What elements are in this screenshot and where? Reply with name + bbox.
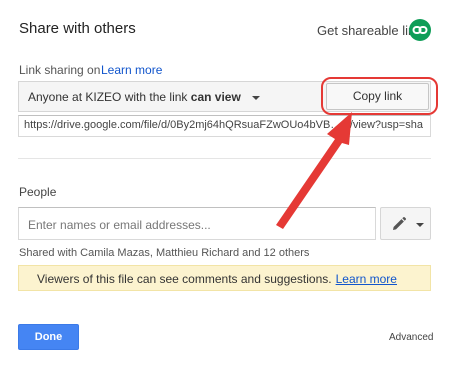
people-label: People — [19, 185, 57, 199]
link-icon[interactable] — [409, 19, 431, 41]
chevron-down-icon — [252, 95, 261, 100]
chevron-down-icon — [416, 223, 424, 227]
people-input[interactable]: Enter names or email addresses... — [18, 207, 376, 240]
learn-more-link[interactable]: Learn more — [101, 63, 162, 77]
share-dialog: Share with others Get shareable link Lin… — [0, 0, 450, 372]
dialog-title: Share with others — [19, 20, 136, 37]
notice-text: Viewers of this file can see comments an… — [37, 272, 332, 286]
link-access-dropdown[interactable]: Anyone at KIZEO with the link can view — [28, 90, 261, 104]
pencil-icon — [393, 216, 407, 230]
viewer-notice: Viewers of this file can see comments an… — [18, 265, 431, 291]
share-url-field[interactable]: https://drive.google.com/file/d/0By2mj64… — [18, 115, 431, 137]
done-button[interactable]: Done — [18, 324, 79, 350]
shared-with-text: Shared with Camila Mazas, Matthieu Richa… — [19, 247, 310, 259]
people-input-placeholder: Enter names or email addresses... — [28, 218, 211, 232]
notice-learn-more-link[interactable]: Learn more — [336, 272, 397, 286]
access-prefix: Anyone at KIZEO with the link — [28, 90, 188, 104]
divider — [18, 158, 431, 159]
advanced-link[interactable]: Advanced — [389, 332, 433, 343]
annotation-arrow — [276, 112, 352, 229]
copy-link-button[interactable]: Copy link — [326, 83, 429, 110]
access-level: can view — [190, 90, 241, 104]
permission-dropdown-button[interactable] — [380, 207, 431, 240]
link-sharing-bar: Anyone at KIZEO with the link can view C… — [18, 81, 431, 112]
link-sharing-label: Link sharing on — [19, 63, 101, 77]
get-shareable-link[interactable]: Get shareable link — [317, 23, 422, 38]
